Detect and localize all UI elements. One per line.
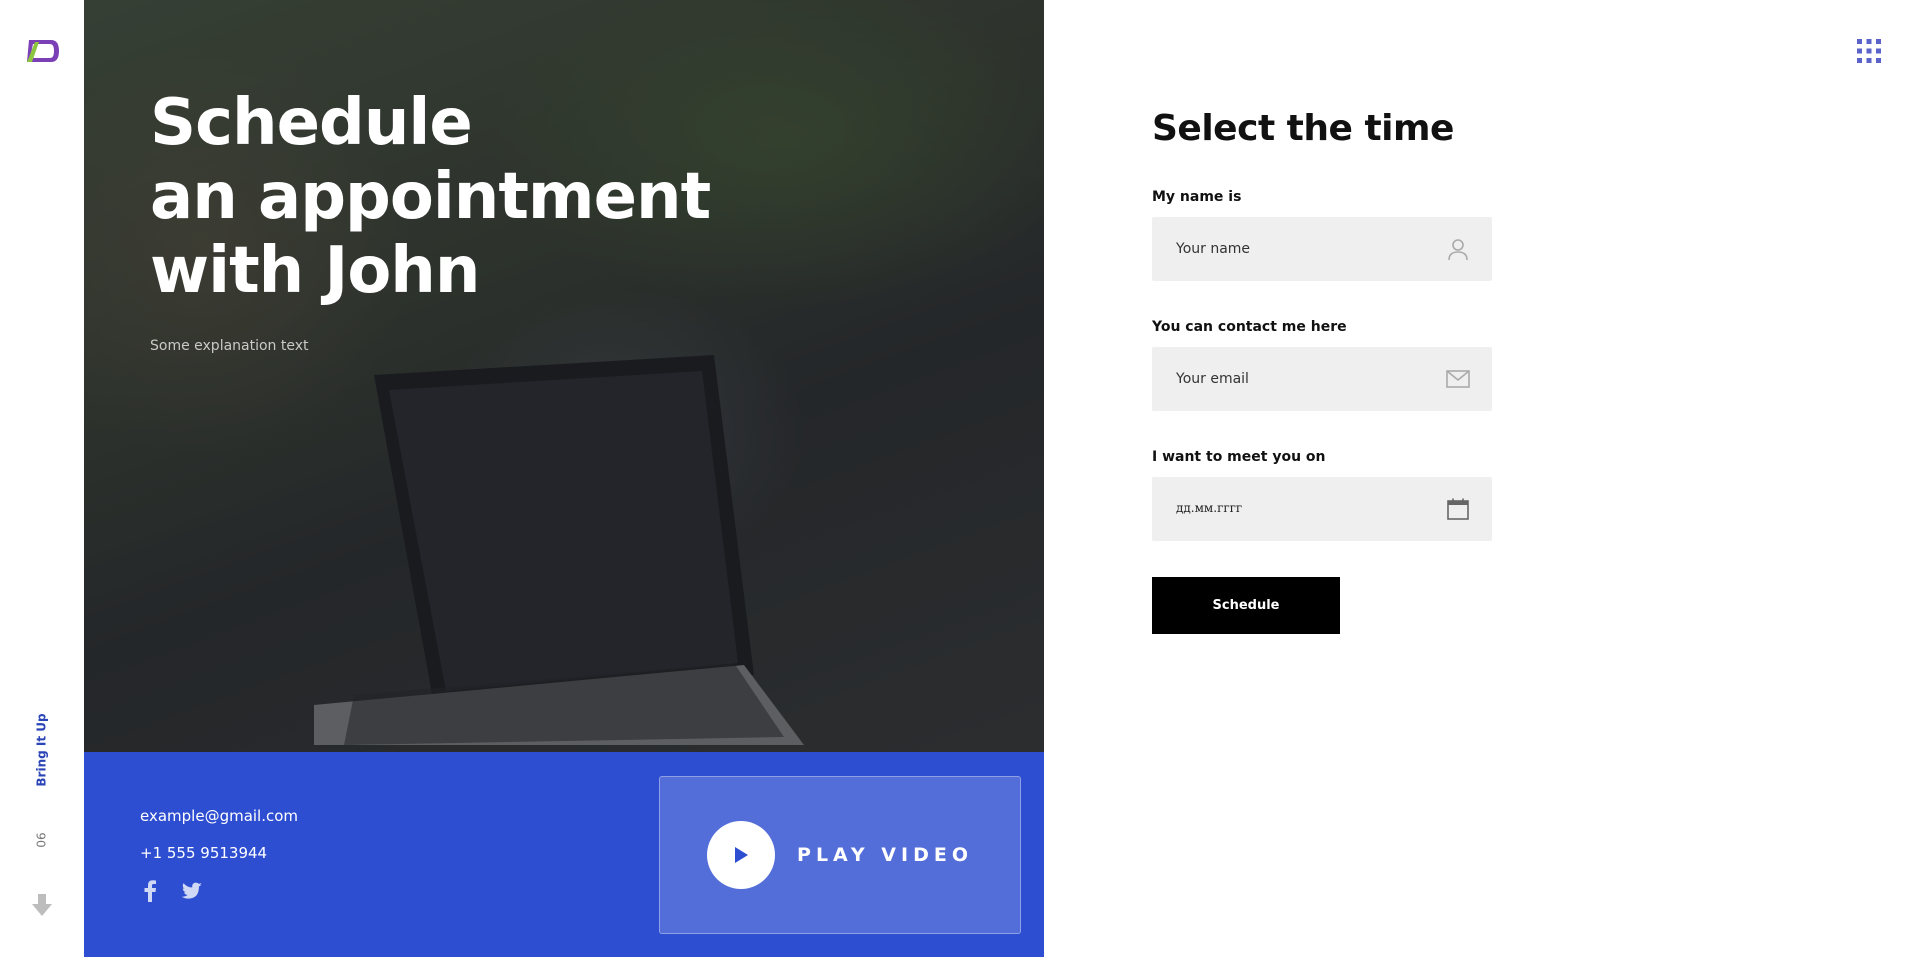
play-video-button[interactable]: PLAY VIDEO [659,776,1021,934]
grid-menu-icon[interactable] [1857,39,1881,63]
name-label: My name is [1152,189,1242,205]
schedule-button[interactable]: Schedule [1152,577,1340,634]
name-field [1152,217,1492,281]
contact-band: example@gmail.com +1 555 9513944 PLAY VI… [84,752,1044,957]
left-rail: Bring It Up 06 [0,0,84,957]
name-input[interactable] [1152,217,1492,281]
facebook-icon[interactable] [138,879,162,903]
user-icon [1448,239,1468,261]
schedule-form: Select the time My name is You can conta… [1152,108,1492,634]
hero-image: Schedule an appointment with John Some e… [84,0,1044,752]
social-links [138,879,204,903]
email-label: You can contact me here [1152,319,1347,335]
hero-title: Schedule an appointment with John [150,86,711,308]
hero-subtitle: Some explanation text [150,338,309,354]
date-field[interactable]: дд.мм.гггг [1152,477,1492,541]
page-number: 06 [32,830,52,850]
mail-icon [1446,370,1470,388]
form-title: Select the time [1152,108,1454,149]
play-icon [735,847,749,863]
play-button-circle[interactable] [707,821,776,889]
hero-title-line1: Schedule [150,86,473,160]
hero-title-line3: with John [150,234,480,308]
contact-phone[interactable]: +1 555 9513944 [140,844,267,862]
twitter-icon[interactable] [180,879,204,903]
vertical-label-text: Bring It Up [35,713,50,787]
email-input[interactable] [1152,347,1492,411]
arrow-down-icon[interactable] [30,892,54,918]
date-input[interactable]: дд.мм.гггг [1176,501,1242,515]
vertical-brand-label[interactable]: Bring It Up [32,713,52,787]
email-field [1152,347,1492,411]
play-video-label: PLAY VIDEO [797,844,973,866]
date-label: I want to meet you on [1152,449,1326,465]
page-number-text: 06 [35,832,49,848]
hero-title-line2: an appointment [150,160,711,234]
calendar-icon[interactable] [1446,497,1470,521]
contact-email[interactable]: example@gmail.com [140,807,298,825]
logo-icon[interactable] [23,36,61,66]
